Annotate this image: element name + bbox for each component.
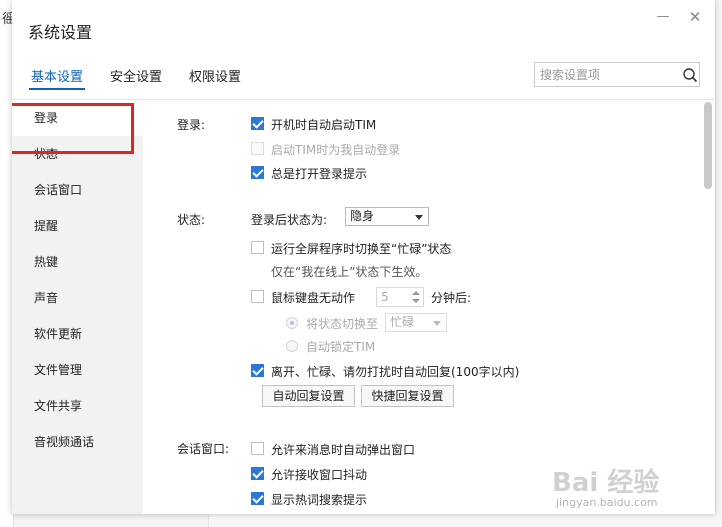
minimize-icon: — — [656, 9, 670, 24]
switch-status-radio — [286, 317, 298, 329]
after-login-status-value: 隐身 — [350, 209, 375, 223]
content-scrollbar[interactable] — [701, 100, 715, 514]
window-shake-checkbox[interactable] — [251, 467, 264, 480]
tab-security-settings[interactable]: 安全设置 — [110, 66, 162, 85]
sidebar-item-file-management[interactable]: 文件管理 — [12, 352, 143, 388]
window-shake-label: 允许接收窗口抖动 — [271, 468, 368, 482]
sidebar-item-software-update[interactable]: 软件更新 — [12, 316, 143, 352]
auto-lock-radio — [286, 340, 298, 352]
sidebar-item-hotkeys[interactable]: 热键 — [12, 244, 143, 280]
auto-reply-settings-button[interactable]: 自动回复设置 — [262, 385, 355, 407]
fullscreen-note: 仅在“我在线上”状态下生效。 — [271, 265, 428, 279]
scrollbar-thumb[interactable] — [704, 102, 712, 189]
tab-permission-settings[interactable]: 权限设置 — [189, 66, 241, 85]
settings-sidebar: 登录 状态 会话窗口 提醒 热键 声音 软件更新 文件管理 文件共享 音视频通话 — [12, 100, 143, 514]
switch-status-value: 忙碌 — [390, 315, 415, 329]
system-settings-dialog: 系统设置 — ✕ 基本设置 安全设置 权限设置 登录 状态 会话窗口 提醒 热键… — [12, 0, 715, 514]
search-input[interactable] — [540, 66, 678, 83]
auto-lock-label: 自动锁定TIM — [306, 340, 376, 354]
dialog-title: 系统设置 — [28, 23, 93, 42]
idle-minutes-value: 5 — [381, 290, 389, 304]
chevron-down-icon — [415, 215, 423, 220]
sidebar-item-status[interactable]: 状态 — [12, 136, 143, 172]
login-prompt-label: 总是打开登录提示 — [271, 167, 368, 181]
fullscreen-busy-label: 运行全屏程序时切换至“忙碌”状态 — [271, 242, 452, 256]
auto-popup-label: 允许来消息时自动弹出窗口 — [271, 443, 416, 457]
login-prompt-checkbox[interactable] — [251, 166, 264, 179]
stepper-down-icon[interactable] — [412, 299, 420, 303]
switch-status-select: 忙碌 — [385, 313, 447, 332]
status-section-label: 状态: — [177, 213, 206, 227]
sidebar-item-session-window[interactable]: 会话窗口 — [12, 172, 143, 208]
hot-words-label: 显示热词搜索提示 — [271, 493, 368, 507]
after-login-status-label: 登录后状态为: — [251, 213, 328, 227]
auto-start-checkbox[interactable] — [251, 117, 264, 130]
tab-basic-settings[interactable]: 基本设置 — [28, 66, 86, 90]
idle-minutes-stepper[interactable]: 5 — [376, 287, 424, 307]
idle-label: 鼠标键盘无动作 — [271, 291, 356, 305]
hot-words-checkbox[interactable] — [251, 492, 264, 505]
close-icon: ✕ — [688, 8, 702, 26]
sidebar-item-file-sharing[interactable]: 文件共享 — [12, 388, 143, 424]
close-button[interactable]: ✕ — [684, 6, 706, 28]
session-section-label: 会话窗口: — [177, 442, 230, 456]
sidebar-item-login[interactable]: 登录 — [12, 100, 143, 136]
sidebar-item-av-call[interactable]: 音视频通话 — [12, 424, 143, 460]
search-box — [534, 62, 700, 87]
sidebar-item-sound[interactable]: 声音 — [12, 280, 143, 316]
auto-start-label: 开机时自动启动TIM — [271, 118, 377, 132]
after-login-status-select[interactable]: 隐身 — [345, 207, 429, 226]
search-icon[interactable] — [682, 67, 698, 83]
idle-checkbox[interactable] — [251, 290, 264, 303]
minimize-button[interactable]: — — [652, 6, 674, 28]
switch-status-label: 将状态切换至 — [306, 317, 379, 331]
auto-popup-checkbox[interactable] — [251, 442, 264, 455]
auto-reply-label: 离开、忙碌、请勿打扰时自动回复(100字以内) — [271, 365, 520, 379]
chevron-down-icon — [433, 321, 441, 326]
idle-suffix-label: 分钟后: — [431, 291, 472, 305]
quick-reply-settings-button[interactable]: 快捷回复设置 — [361, 385, 454, 407]
login-section-label: 登录: — [177, 118, 206, 132]
auto-login-label: 启动TIM时为我自动登录 — [271, 143, 401, 157]
auto-login-checkbox — [251, 142, 264, 155]
fullscreen-busy-checkbox[interactable] — [251, 241, 264, 254]
auto-reply-checkbox[interactable] — [251, 364, 264, 377]
settings-content: 登录: 开机时自动启动TIM 启动TIM时为我自动登录 总是打开登录提示 状态:… — [143, 100, 701, 514]
sidebar-item-reminder[interactable]: 提醒 — [12, 208, 143, 244]
stepper-up-icon[interactable] — [412, 291, 420, 295]
